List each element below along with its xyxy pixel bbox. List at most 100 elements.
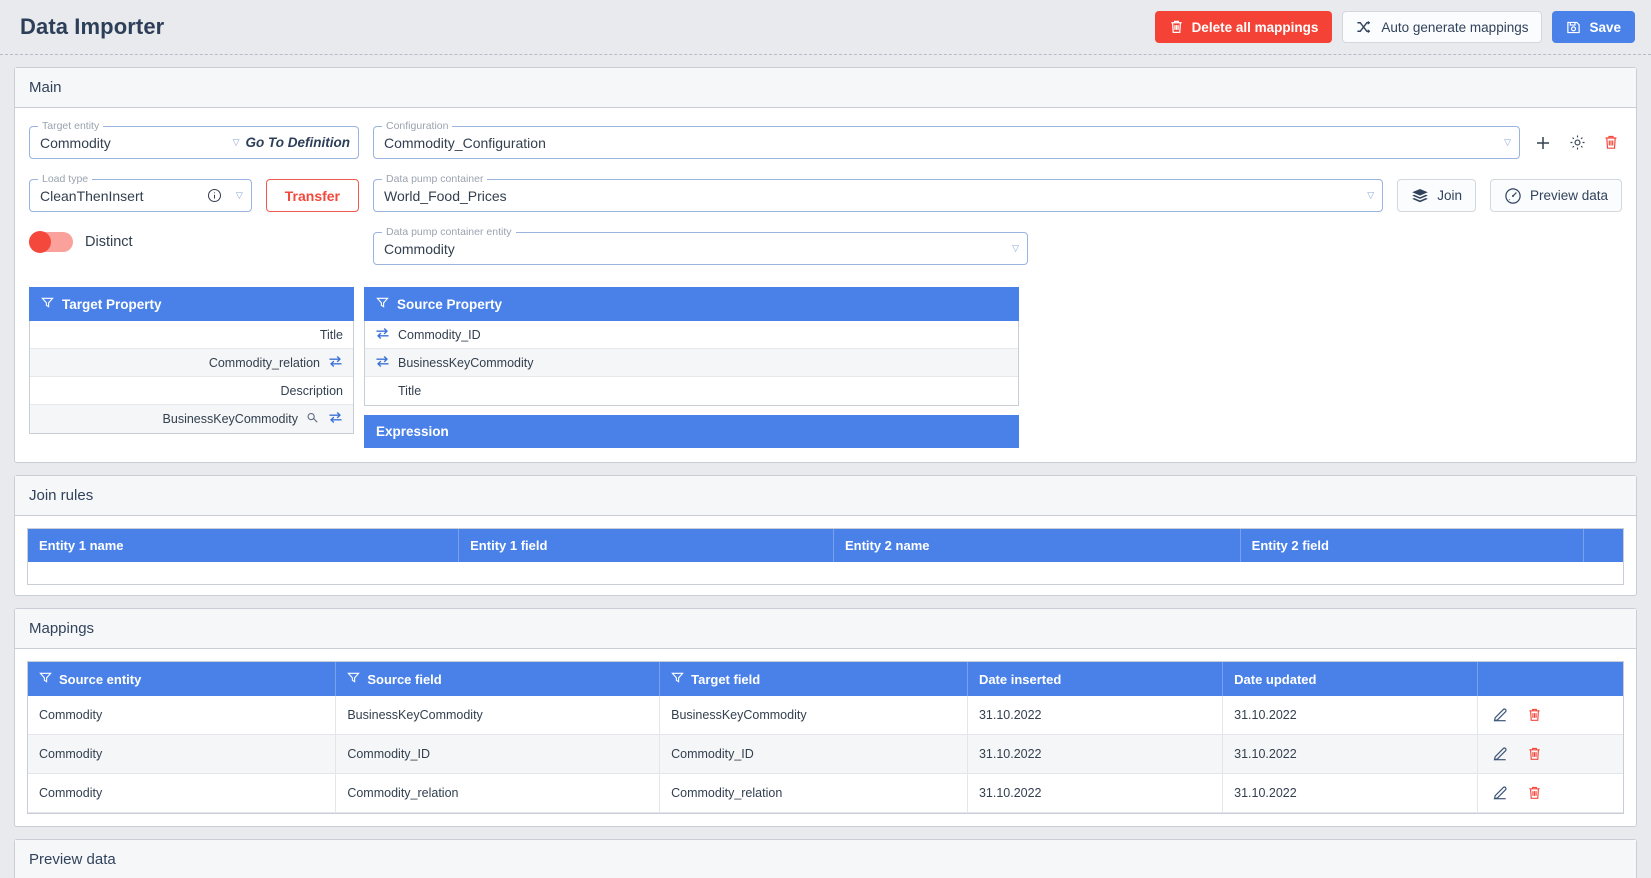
col-source-entity[interactable]: Source entity xyxy=(28,662,337,696)
col-source-field-label: Source field xyxy=(367,671,442,687)
trash-icon[interactable] xyxy=(1523,782,1545,804)
chevron-down-icon[interactable]: ▽ xyxy=(233,137,240,148)
col-date-updated[interactable]: Date updated xyxy=(1222,662,1479,696)
join-rules-section-title: Join rules xyxy=(15,476,1636,516)
cell-date-updated: 31.10.2022 xyxy=(1222,734,1479,774)
filter-icon[interactable] xyxy=(376,296,389,312)
table-row[interactable]: Commodity Commodity_relation Commodity_r… xyxy=(28,773,1623,813)
join-button[interactable]: Join xyxy=(1397,179,1476,212)
expression-header: Expression xyxy=(364,415,1019,448)
list-item[interactable]: Commodity_relation xyxy=(30,349,353,377)
table-row[interactable]: Commodity BusinessKeyCommodity BusinessK… xyxy=(28,696,1623,735)
distinct-toggle[interactable] xyxy=(29,231,73,253)
chevron-down-icon[interactable]: ▽ xyxy=(236,190,243,201)
configuration-field[interactable]: Configuration Commodity_Configuration ▽ xyxy=(373,120,1520,159)
filter-icon[interactable] xyxy=(671,671,684,687)
edit-icon[interactable] xyxy=(1489,743,1511,765)
list-item[interactable]: Title xyxy=(365,377,1018,405)
col-target-field[interactable]: Target field xyxy=(659,662,968,696)
cell-date-inserted: 31.10.2022 xyxy=(967,773,1224,813)
auto-generate-mappings-button[interactable]: Auto generate mappings xyxy=(1342,11,1543,43)
swap-icon[interactable] xyxy=(328,355,343,371)
col-source-field[interactable]: Source field xyxy=(335,662,661,696)
target-entity-field[interactable]: Target entity Commodity ▽ Go To Definiti… xyxy=(29,120,359,159)
col-entity-2-name[interactable]: Entity 2 name xyxy=(833,529,1241,562)
transfer-button[interactable]: Transfer xyxy=(265,179,359,212)
layers-icon xyxy=(1411,188,1429,204)
shuffle-icon xyxy=(1356,19,1373,35)
swap-icon[interactable] xyxy=(328,411,343,427)
col-entity-1-name[interactable]: Entity 1 name xyxy=(28,529,460,562)
header-actions: Delete all mappings Auto generate mappin… xyxy=(1154,11,1635,43)
load-type-field[interactable]: Load type CleanThenInsert ▽ xyxy=(29,173,252,212)
mappings-table: Source entity Source field Target field … xyxy=(28,662,1623,813)
mappings-rows: Commodity BusinessKeyCommodity BusinessK… xyxy=(28,696,1623,813)
expression-title: Expression xyxy=(376,424,449,439)
info-icon[interactable] xyxy=(204,185,226,207)
trash-icon[interactable] xyxy=(1523,743,1545,765)
list-item[interactable]: Commodity_ID xyxy=(365,321,1018,349)
trash-icon[interactable] xyxy=(1523,704,1545,726)
edit-icon[interactable] xyxy=(1489,782,1511,804)
target-property-name: Title xyxy=(319,327,343,342)
list-item[interactable]: Title xyxy=(30,321,353,349)
table-header-row: Source entity Source field Target field … xyxy=(28,662,1623,696)
plus-icon[interactable] xyxy=(1532,132,1554,154)
cell-row-actions xyxy=(1477,696,1623,735)
trash-icon xyxy=(1169,19,1184,35)
cell-date-updated: 31.10.2022 xyxy=(1222,696,1479,735)
trash-icon[interactable] xyxy=(1600,132,1622,154)
delete-all-mappings-label: Delete all mappings xyxy=(1191,19,1319,35)
data-pump-container-field[interactable]: Data pump container World_Food_Prices ▽ xyxy=(373,173,1384,212)
go-to-definition-link[interactable]: Go To Definition xyxy=(246,135,350,150)
chevron-down-icon[interactable]: ▽ xyxy=(1504,137,1511,148)
gear-icon[interactable] xyxy=(1566,132,1588,154)
target-property-title: Target Property xyxy=(62,296,162,312)
chevron-down-icon[interactable]: ▽ xyxy=(1367,190,1374,201)
col-entity-1-field[interactable]: Entity 1 field xyxy=(458,529,834,562)
table-row[interactable]: Commodity Commodity_ID Commodity_ID 31.1… xyxy=(28,734,1623,774)
target-entity-value: Commodity xyxy=(40,134,111,151)
filter-icon[interactable] xyxy=(347,671,361,687)
data-pump-container-entity-value: Commodity xyxy=(384,240,455,257)
load-type-value: CleanThenInsert xyxy=(40,187,144,204)
filter-icon[interactable] xyxy=(41,296,54,312)
save-button[interactable]: Save xyxy=(1552,11,1635,43)
configuration-label: Configuration xyxy=(382,120,453,132)
list-item[interactable]: BusinessKeyCommodity xyxy=(30,405,353,433)
list-item[interactable]: BusinessKeyCommodity xyxy=(365,349,1018,377)
join-rules-table: Entity 1 name Entity 1 field Entity 2 na… xyxy=(28,529,1623,562)
target-property-panel: Target Property Title Commodity_relation xyxy=(29,287,354,434)
cell-target-field: BusinessKeyCommodity xyxy=(659,696,968,735)
source-property-name: Title xyxy=(398,384,422,398)
auto-generate-mappings-label: Auto generate mappings xyxy=(1381,19,1529,35)
cell-source-field: BusinessKeyCommodity xyxy=(335,696,661,735)
target-property-name: Commodity_relation xyxy=(208,355,320,370)
join-label: Join xyxy=(1437,188,1462,203)
cell-source-field: Commodity_relation xyxy=(335,773,661,813)
delete-all-mappings-button[interactable]: Delete all mappings xyxy=(1154,11,1333,43)
cell-date-inserted: 31.10.2022 xyxy=(967,734,1224,774)
list-item[interactable]: Description xyxy=(30,377,353,405)
target-property-name: BusinessKeyCommodity xyxy=(162,412,298,426)
filter-icon[interactable] xyxy=(39,671,52,687)
data-pump-container-entity-field[interactable]: Data pump container entity Commodity ▽ xyxy=(373,226,1028,265)
col-entity-2-field[interactable]: Entity 2 field xyxy=(1240,529,1584,562)
distinct-label: Distinct xyxy=(85,234,133,250)
main-card: Main Target entity Commodity ▽ Go To Def… xyxy=(14,67,1637,463)
data-pump-container-label: Data pump container xyxy=(382,173,488,185)
source-property-name: Commodity_ID xyxy=(398,327,481,342)
chevron-down-icon[interactable]: ▽ xyxy=(1012,243,1019,254)
join-rules-body: Entity 1 name Entity 1 field Entity 2 na… xyxy=(15,516,1636,595)
cell-date-updated: 31.10.2022 xyxy=(1222,773,1479,813)
preview-data-button[interactable]: Preview data xyxy=(1489,179,1622,212)
preview-data-label: Preview data xyxy=(1529,188,1608,203)
col-date-inserted[interactable]: Date inserted xyxy=(967,662,1224,696)
edit-icon[interactable] xyxy=(1489,704,1511,726)
swap-icon[interactable] xyxy=(375,327,390,343)
mappings-card: Mappings Source entity Source field Targ… xyxy=(14,608,1637,827)
data-pump-container-entity-label: Data pump container entity xyxy=(382,226,516,238)
key-icon[interactable] xyxy=(306,411,320,427)
distinct-toggle-row: Distinct xyxy=(29,231,359,253)
swap-icon[interactable] xyxy=(375,355,390,371)
